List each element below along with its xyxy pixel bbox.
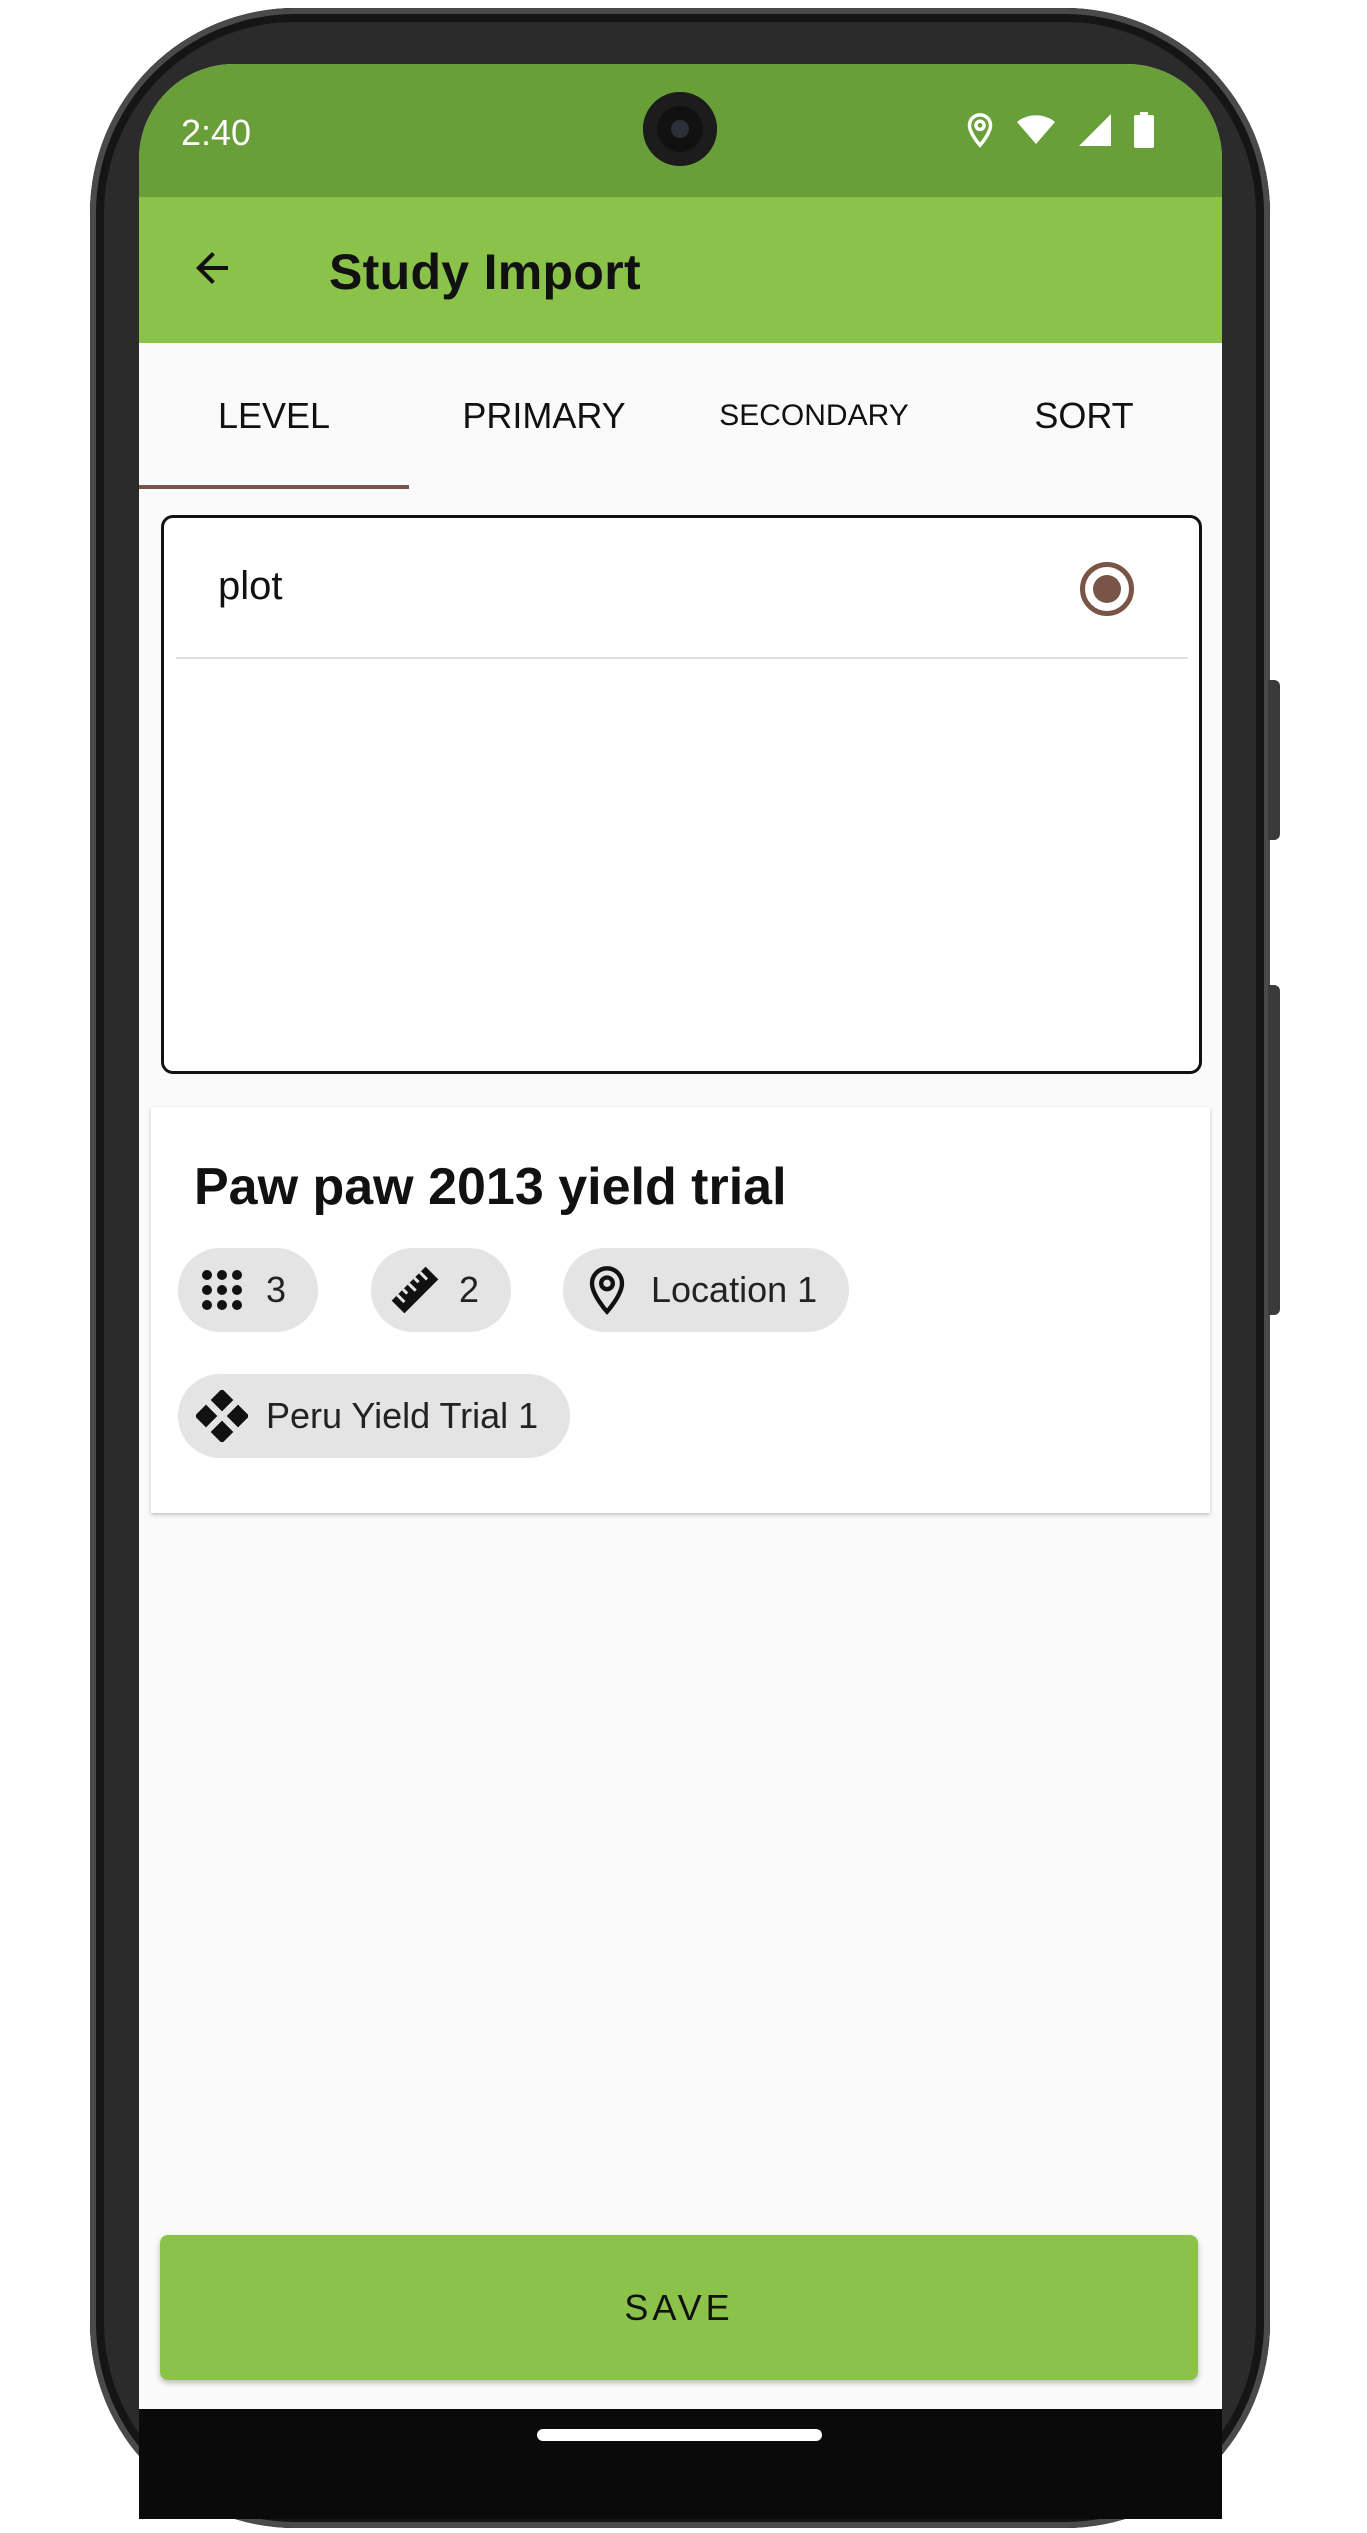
battery-icon <box>1134 112 1154 148</box>
tab-label: PRIMARY <box>462 395 626 436</box>
chip-label: 3 <box>266 1269 287 1310</box>
location-icon <box>966 112 994 148</box>
app-bar: Study Import <box>139 197 1222 343</box>
study-card[interactable]: Paw paw 2013 yield trial 3 2 Location 1 … <box>151 1107 1210 1513</box>
tab-bar: LEVEL PRIMARY SECONDARY SORT <box>139 343 1222 489</box>
tab-label: SORT <box>1034 395 1134 436</box>
screen: 2:40 Study Import LEVEL PRIMARY SECONDAR… <box>139 64 1222 2409</box>
chip-location: Location 1 <box>563 1248 850 1332</box>
status-bar: 2:40 <box>139 64 1222 197</box>
status-time: 2:40 <box>181 112 252 153</box>
diamond-cluster-icon <box>196 1390 248 1442</box>
list-item[interactable]: plot <box>176 518 1188 659</box>
tab-primary[interactable]: PRIMARY <box>409 343 679 489</box>
chip-plot-count: 3 <box>178 1248 319 1332</box>
chip-label: 2 <box>459 1269 480 1310</box>
chip-label: Peru Yield Trial 1 <box>266 1395 539 1436</box>
home-indicator[interactable] <box>537 2429 822 2441</box>
level-list: plot <box>161 515 1202 1074</box>
arrow-back-icon <box>188 244 236 297</box>
chip-trait-count: 2 <box>371 1248 512 1332</box>
signal-icon <box>1078 113 1112 147</box>
tab-sort[interactable]: SORT <box>949 343 1219 489</box>
navigation-bar <box>139 2409 1222 2519</box>
tab-level[interactable]: LEVEL <box>139 343 409 489</box>
page-title: Study Import <box>329 244 641 300</box>
status-icons <box>966 110 1154 150</box>
grid-dots-icon <box>196 1264 248 1316</box>
back-button[interactable] <box>179 237 245 303</box>
power-button <box>1268 985 1280 1315</box>
volume-button <box>1268 680 1280 840</box>
chip-label: Location 1 <box>651 1269 818 1310</box>
wifi-icon <box>1016 114 1056 146</box>
location-pin-icon <box>581 1264 633 1316</box>
tab-indicator <box>139 485 409 489</box>
study-title: Paw paw 2013 yield trial <box>194 1158 787 1216</box>
radio-selected-dot <box>1093 575 1121 603</box>
front-camera <box>643 92 717 166</box>
level-label: plot <box>218 564 283 608</box>
save-button[interactable]: SAVE <box>160 2235 1198 2380</box>
tab-label: LEVEL <box>217 395 331 436</box>
tab-label: SECONDARY <box>719 399 909 432</box>
tab-secondary[interactable]: SECONDARY <box>679 343 949 489</box>
radio-button[interactable] <box>1080 562 1134 616</box>
ruler-icon <box>389 1264 441 1316</box>
chip-trial: Peru Yield Trial 1 <box>178 1374 571 1458</box>
